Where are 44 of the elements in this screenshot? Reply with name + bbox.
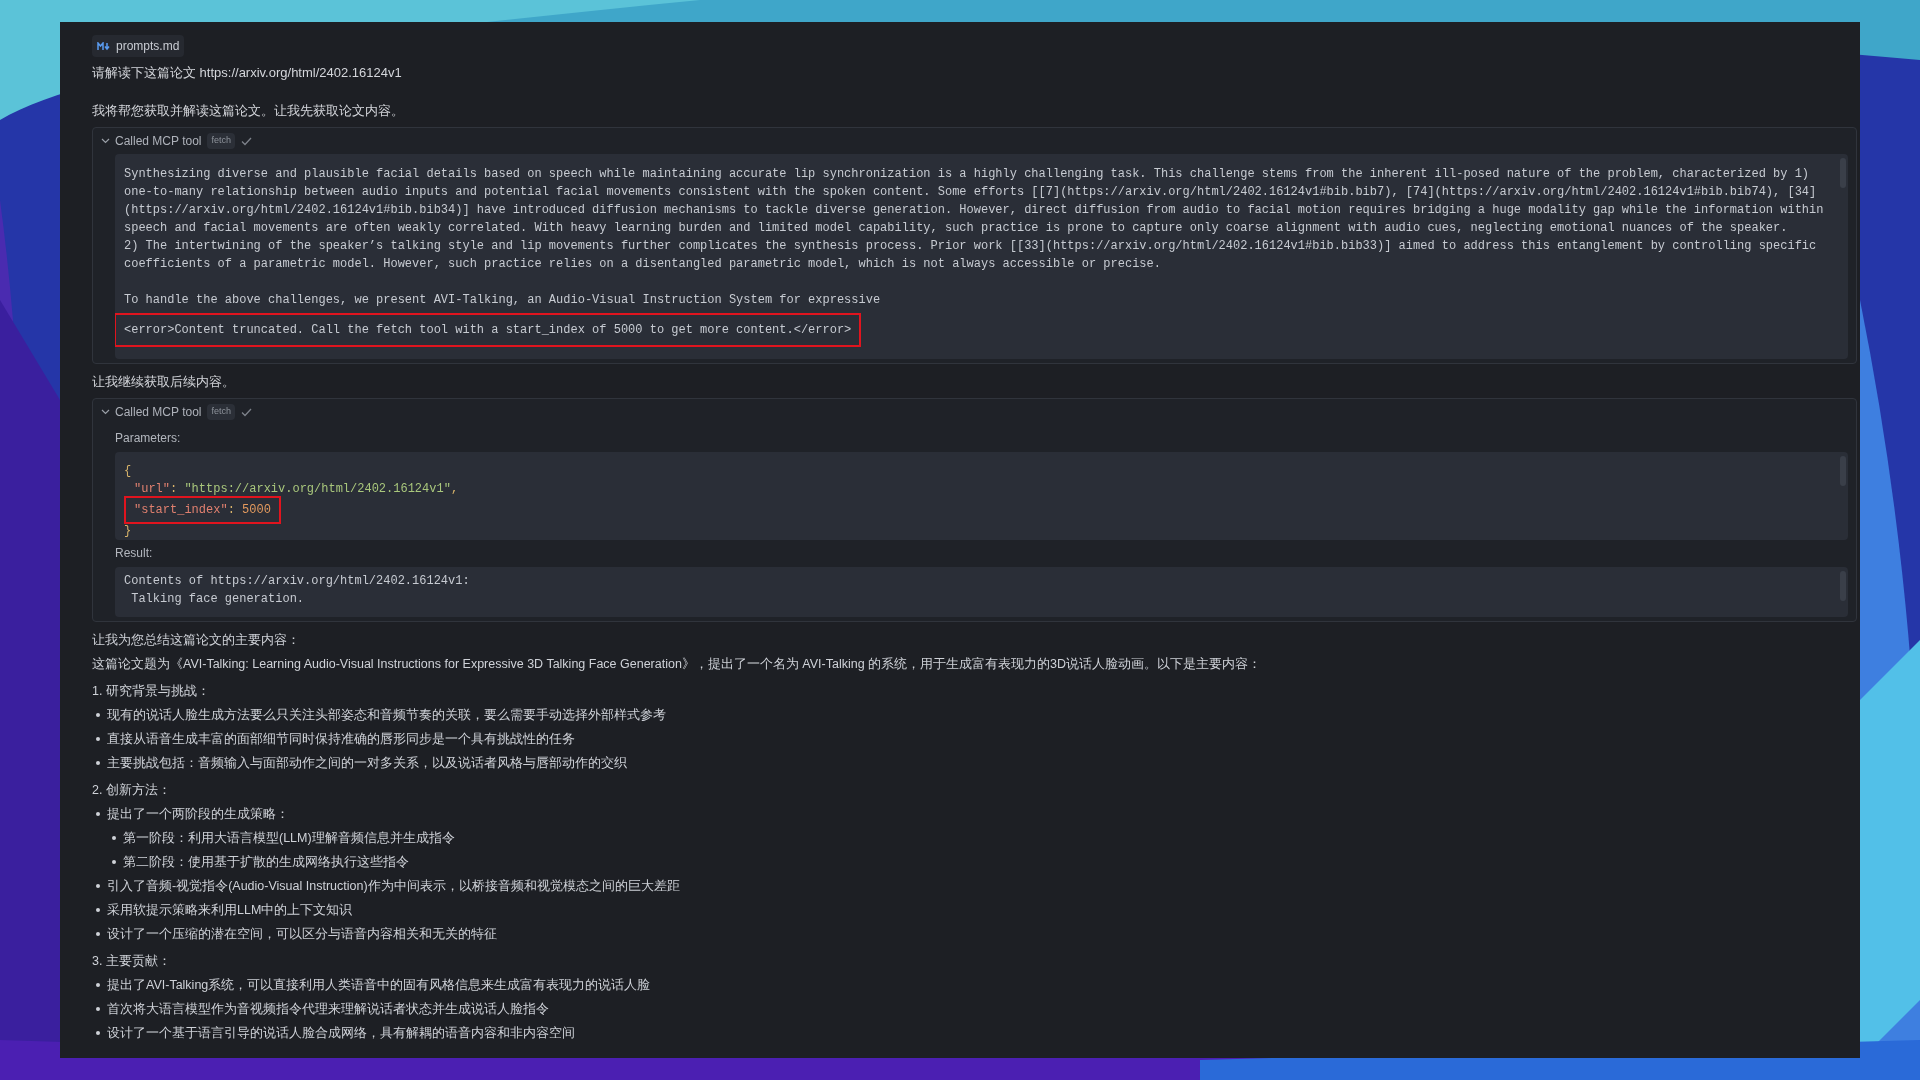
markdown-icon [97,41,111,51]
summary-paragraph: 这篇论文题为《AVI-Talking: Learning Audio-Visual Instructions for Expressive 3D Talking Face Generation》，提出了一个名为 AVI-Talking 的系统，用于生成富有表现力的3D说话人脸动画。以下是主要内容： [92,656,1263,673]
list-item: 首次将大语言模型作为音视频指令代理来理解说话者状态并生成说话人脸指令 [107,1001,549,1018]
section-heading: 3. 主要贡献： [92,953,172,970]
output-line: (https://arxiv.org/html/2402.16124v1#bib.bib34)] have introduced diffusion mechanisms to tackle diverse generation. However, direct diffusion from audio to facial motion requires bridging a huge modality gap while the information within [124,202,1824,219]
output-line: coefficients of a parametric model. However, such practice relies on a disentangled parametric model, which is not always accessible or precise. [124,256,1161,273]
list-item: 直接从语音生成丰富的面部细节同时保持准确的唇形同步是一个具有挑战性的任务 [107,731,575,748]
output-line: one-to-many relationship between audio inputs and potential facial movements consistent with the spoken content. Some efforts [[7](https://arxiv.org/html/2402.16124v1#bib.bib7), [74](https://arxiv.org/html/2402.16124v1#bib.bib74), [34] [124,184,1817,201]
output-line: To handle the above challenges, we present AVI-Talking, an Audio-Visual Instruction System for expressive [124,292,881,309]
tool-call-toggle[interactable]: Called MCP tool [101,132,202,150]
output-line: Talking face generation. [130,591,305,608]
section-label: Parameters: [115,430,182,447]
output-line: Contents of https://arxiv.org/html/2402.16124v1: [124,573,470,590]
list-item: 提出了AVI-Talking系统，可以直接利用人类语音中的固有风格信息来生成富有表现力的说话人脸 [107,977,651,994]
code-line: } [124,523,132,540]
tool-tag: fetch [207,133,235,149]
list-item: 第一阶段：利用大语言模型(LLM)理解音频信息并生成指令 [123,830,455,847]
output-line: Synthesizing diverse and plausible facial details based on speech while maintaining accurate lip synchronization is a highly challenging task. This challenge stems from the inherent ill-posed nature of the problem, characterized by 1) [124,166,1810,183]
error-line: <error>Content truncated. Call the fetch tool with a start_index of 5000 to get more content.</error> [116,315,860,345]
file-chip[interactable]: prompts.md [92,35,185,57]
section-heading: 2. 创新方法： [92,782,172,799]
output-line: 2) The intertwining of the speaker’s talking style and lip movements further complicates the synthesis process. Prior work [[33](https://arxiv.org/html/2402.16124v1#bib.bib33)] aimed to address this entanglement by controlling specific [124,238,1817,255]
list-item: 现有的说话人脸生成方法要么只关注头部姿态和音频节奏的关联，要么需要手动选择外部样式参考 [107,707,666,724]
assistant-message: 我将帮您获取并解读这篇论文。让我先获取论文内容。 [92,102,405,120]
section-heading: 1. 研究背景与挑战： [92,683,211,700]
list-item: 提出了一个两阶段的生成策略： [107,806,289,823]
code-line: { [124,463,132,480]
summary-paragraph: 让我为您总结这篇论文的主要内容： [92,632,301,649]
list-item: 设计了一个压缩的潜在空间，可以区分与语音内容相关和无关的特征 [107,926,497,943]
tool-call-toggle[interactable]: Called MCP tool [101,403,202,421]
code-line: "start_index": 5000 [126,498,279,522]
list-item: 设计了一个基于语言引导的说话人脸合成网络，具有解耦的语音内容和非内容空间 [107,1025,575,1042]
section-label: Result: [115,545,154,562]
list-item: 主要挑战包括：音频输入与面部动作之间的一对多关系，以及说话者风格与唇部动作的交织 [107,755,627,772]
assistant-message: 让我继续获取后续内容。 [92,373,236,391]
list-item: 第二阶段：使用基于扩散的生成网络执行这些指令 [123,854,409,871]
code-line: "url": "https://arxiv.org/html/2402.16124v1", [133,481,459,498]
list-item: 采用软提示策略来利用LLM中的上下文知识 [107,902,353,919]
output-line: speech and facial movements are often weakly correlated. With heavy learning burden and limited model capability, such practice is prone to capture only coarse alignment with audio cues, neglecting emotional nuances of the speaker. [124,220,1788,237]
list-item: 引入了音频-视觉指令(Audio-Visual Instruction)作为中间表示，以桥接音频和视觉模态之间的巨大差距 [107,878,680,895]
chevron-down-icon [101,138,110,144]
chevron-down-icon [101,409,110,415]
user-message: 请解读下这篇论文 https://arxiv.org/html/2402.16124v1 [92,64,403,82]
tool-tag: fetch [207,404,235,420]
